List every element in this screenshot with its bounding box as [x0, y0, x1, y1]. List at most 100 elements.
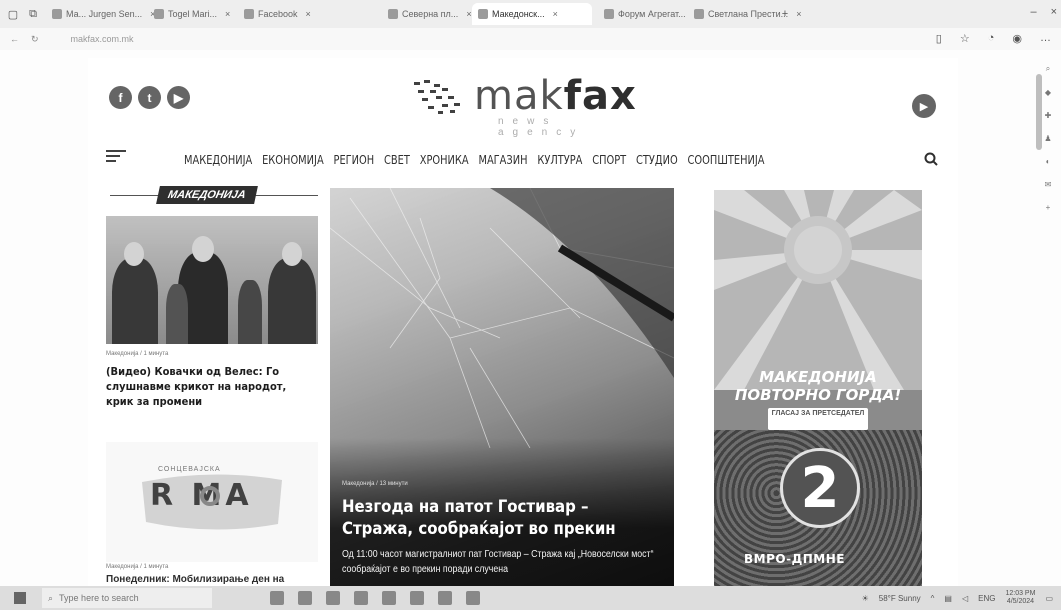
taskbar-clock[interactable]: 12:03 PM 4/5/2024	[1005, 590, 1035, 606]
taskbar-search-placeholder: Type here to search	[59, 593, 139, 603]
hamburger-menu-icon[interactable]	[106, 150, 126, 164]
article-meta: Македонија / 1 минута	[106, 351, 169, 357]
sidebar-games-icon[interactable]: ♟	[1044, 134, 1051, 143]
close-tab-icon[interactable]: ×	[225, 9, 230, 19]
nav-item-ekonomija[interactable]: ЕКОНОМИЈА	[262, 153, 324, 167]
taskbar-apps	[270, 591, 480, 605]
sidebar-tools-icon[interactable]: ✚	[1045, 111, 1052, 120]
sidebar-add-icon[interactable]: +	[1046, 203, 1051, 212]
profile-icon[interactable]: ◉	[1012, 32, 1022, 45]
tab-actions-icon[interactable]: ⧉	[26, 7, 40, 21]
facebook-icon[interactable]: f	[109, 86, 132, 109]
tab-label: Facebook	[258, 9, 298, 19]
nav-item-sport[interactable]: СПОРТ	[592, 153, 626, 167]
tab-label: Форум Агрегат...	[618, 9, 686, 19]
hero-title[interactable]: Незгода на патот Гостивар – Стража, сооб…	[342, 496, 632, 540]
start-button[interactable]	[10, 586, 30, 610]
nav-item-region[interactable]: РЕГИОН	[334, 153, 375, 167]
logo-name-light: mak	[474, 73, 564, 119]
tab-label: Македонск...	[492, 9, 545, 19]
tab-label: Светлана Прести...	[708, 9, 789, 19]
nav-item-kultura[interactable]: КУЛТУРА	[537, 153, 582, 167]
logo-name-bold: fax	[563, 73, 637, 119]
article-title[interactable]: (Видео) Ковачки од Велес: Го слушнавме к…	[106, 364, 297, 409]
browser-tab[interactable]: Светлана Прести... ×	[688, 3, 801, 25]
logo-mark-icon	[414, 80, 460, 114]
sidebar-shopping-icon[interactable]: ◆	[1045, 88, 1051, 97]
nav-item-svet[interactable]: СВЕТ	[384, 153, 410, 167]
language-indicator[interactable]: ENG	[978, 594, 995, 603]
close-tab-icon[interactable]: ×	[796, 9, 801, 19]
chrome-icon[interactable]	[438, 591, 452, 605]
address-bar: ← ↻ makfax.com.mk ▯ ☆ ◔ ◉ …	[0, 28, 1061, 50]
favorite-icon[interactable]: ☆	[960, 32, 970, 45]
weather-icon[interactable]: ☀	[862, 594, 869, 603]
minimize-icon[interactable]: –	[1030, 6, 1036, 18]
search-icon[interactable]	[924, 152, 938, 166]
browser-tab-bar: ▢ ⧉ Ма... Jurgen Sen... × Togel Mari... × …	[0, 0, 1061, 28]
clock-time: 12:03 PM	[1005, 590, 1036, 597]
main-nav: МАКЕДОНИЈА ЕКОНОМИЈА РЕГИОН СВЕТ ХРОНИКА…	[88, 150, 958, 174]
sidebar-outlook-icon[interactable]: ✉	[1045, 180, 1052, 189]
search-icon: ⌕	[48, 592, 54, 603]
sidebar-office-icon[interactable]: ◐	[1046, 157, 1051, 166]
featured-article[interactable]: Македонија / 13 минути Незгода на патот …	[330, 188, 674, 588]
new-tab-icon[interactable]: +	[778, 7, 792, 21]
section-label[interactable]: МАКЕДОНИЈА	[156, 186, 258, 204]
reader-icon[interactable]: ▯	[936, 32, 942, 45]
roma-logo-circle	[200, 486, 220, 506]
taskbar-search[interactable]: ⌕ Type here to search	[42, 588, 212, 608]
browser-tab[interactable]: Togel Mari... ×	[148, 3, 232, 25]
close-tab-icon[interactable]: ×	[466, 9, 471, 19]
weather-text[interactable]: 58°F Sunny	[879, 594, 921, 603]
workspaces-icon[interactable]: ▢	[6, 7, 20, 21]
file-explorer-icon[interactable]	[326, 591, 340, 605]
app-icon[interactable]	[410, 591, 424, 605]
twitter-icon[interactable]: t	[138, 86, 161, 109]
tab-favicon-icon	[478, 9, 488, 19]
store-icon[interactable]	[354, 591, 368, 605]
nav-item-hronika[interactable]: ХРОНИКА	[420, 153, 469, 167]
nav-item-makedonija[interactable]: МАКЕДОНИЈА	[184, 153, 252, 167]
browser-tab-active[interactable]: Македонск... ×	[472, 3, 592, 25]
site-logo[interactable]: makfax news agency	[410, 73, 637, 138]
more-icon[interactable]: …	[1040, 32, 1051, 45]
close-tab-icon[interactable]: ×	[553, 9, 558, 19]
nav-item-studio[interactable]: СТУДИО	[636, 153, 678, 167]
youtube-icon[interactable]: ▶	[167, 86, 190, 109]
tab-label: Ма... Jurgen Sen...	[66, 9, 143, 19]
back-icon[interactable]: ←	[10, 34, 19, 44]
close-tab-icon[interactable]: ×	[306, 9, 311, 19]
close-window-icon[interactable]: ×	[1051, 6, 1057, 18]
campaign-ad-banner[interactable]: МАКЕДОНИЈА ПОВТОРНО ГОРДА! ГЛАСАЈ ЗА ПРЕТ…	[714, 190, 922, 588]
browser-tab[interactable]: Форум Агрегат...×	[598, 3, 699, 25]
browser-tab[interactable]: Facebook ×	[238, 3, 376, 25]
collections-icon[interactable]: ◔	[988, 32, 995, 45]
mail-icon[interactable]	[382, 591, 396, 605]
tray-chevron-icon[interactable]: ^	[931, 594, 935, 603]
volume-icon[interactable]: ◁	[962, 594, 968, 603]
browser-tab[interactable]: Ма... Jurgen Sen... ×	[46, 3, 155, 25]
task-view-icon[interactable]	[270, 591, 284, 605]
sidebar-search-icon[interactable]: ⌕	[1046, 64, 1050, 74]
browser-tab[interactable]: Северна пл... ×	[382, 3, 472, 25]
nav-menu: МАКЕДОНИЈА ЕКОНОМИЈА РЕГИОН СВЕТ ХРОНИКА…	[184, 153, 764, 167]
article-image[interactable]: СОНЦЕВАЈСКА R MA	[106, 442, 318, 562]
notifications-icon[interactable]: ▭	[1045, 594, 1053, 603]
nav-item-soopshtenija[interactable]: СООПШТЕНИЈА	[688, 153, 765, 167]
nav-item-magazin[interactable]: МАГАЗИН	[478, 153, 527, 167]
ad-ballot-number: 2	[780, 448, 860, 528]
url-field[interactable]: makfax.com.mk	[71, 34, 134, 44]
windows-taskbar: ⌕ Type here to search ☀ 58°F Sunny ^ ▤ ◁…	[0, 586, 1061, 610]
article-image[interactable]	[106, 216, 318, 344]
section-header: МАКЕДОНИЈА	[110, 186, 318, 204]
edge-icon[interactable]	[298, 591, 312, 605]
app-icon[interactable]	[466, 591, 480, 605]
refresh-icon[interactable]: ↻	[31, 34, 39, 45]
browser-toolbar: ▯ ☆ ◔ ◉ …	[936, 32, 1051, 45]
tab-label: Северна пл...	[402, 9, 459, 19]
network-icon[interactable]: ▤	[944, 594, 952, 603]
ad-party-name: ВМРО-ДПМНЕ	[744, 552, 845, 566]
tab-label: Togel Mari...	[168, 9, 218, 19]
user-account-icon[interactable]: ▶	[912, 94, 936, 118]
